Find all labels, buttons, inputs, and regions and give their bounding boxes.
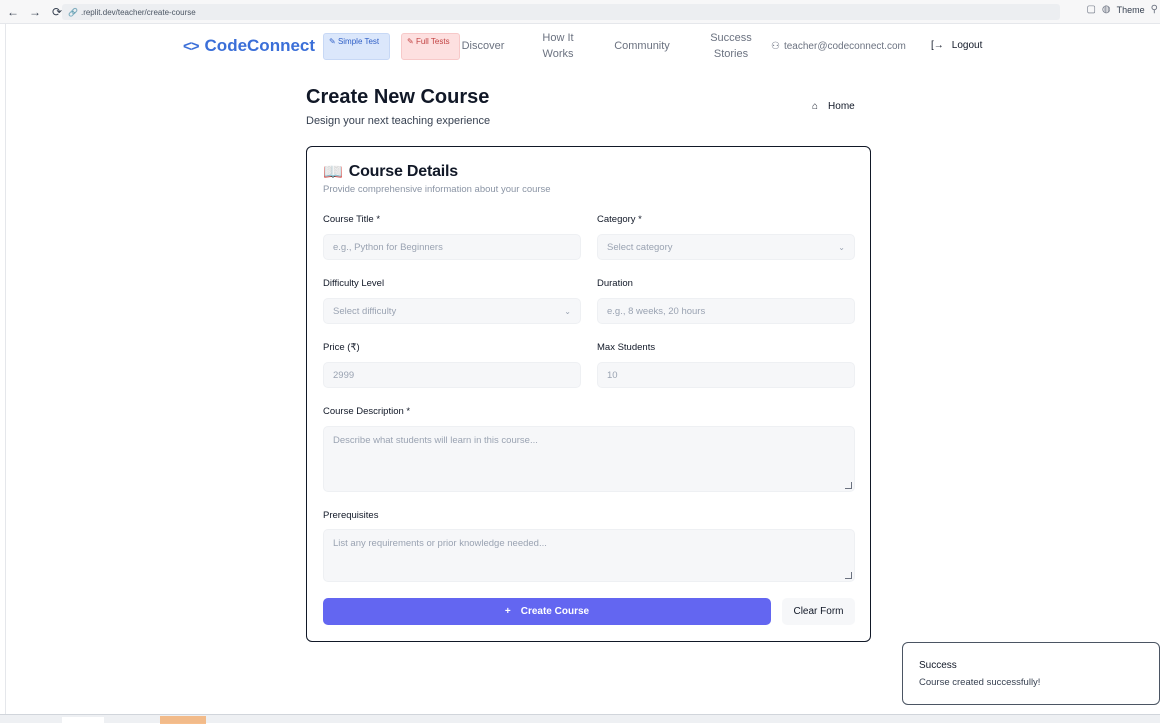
clear-form-button[interactable]: Clear Form [782,598,855,625]
difficulty-label: Difficulty Level [323,278,385,289]
back-icon[interactable]: ← [4,3,22,21]
address-bar-url: .replit.dev/teacher/create-course [80,7,196,17]
home-label: Home [828,101,855,112]
prerequisites-textarea[interactable]: List any requirements or prior knowledge… [323,529,855,582]
simple-test-label: Simple Test [337,37,380,46]
wrench-icon[interactable]: ⚲ [1151,4,1158,15]
user-icon: ⚇ [771,41,780,52]
max-students-placeholder: 10 [607,369,618,381]
taskbar [0,714,1160,724]
duration-label: Duration [597,278,633,289]
full-tests-label: Full Tests [415,37,450,46]
logout-icon: [→ [931,40,944,51]
home-button[interactable]: ⌂ Home [812,101,855,112]
max-students-label: Max Students [597,342,656,353]
create-course-button[interactable]: + Create Course [323,598,771,625]
description-label: Course Description * [323,406,411,417]
duration-input[interactable]: e.g., 8 weeks, 20 hours [597,298,855,324]
create-course-label: Create Course [520,606,590,617]
card-subtitle: Provide comprehensive information about … [323,184,551,195]
top-navigation: <> CodeConnect ✎ Simple Test ✎ Full Test… [0,24,1160,70]
resize-handle-icon[interactable] [845,482,852,489]
chevron-down-icon: ⌄ [564,306,571,316]
prerequisites-placeholder: List any requirements or prior knowledge… [333,538,547,549]
theme-label[interactable]: Theme [1117,5,1145,15]
user-menu[interactable]: ⚇ teacher@codeconnect.com [771,41,906,52]
difficulty-select[interactable]: Select difficulty ⌄ [323,298,581,324]
pencil-icon: ✎ [407,37,416,46]
page-title: Create New Course [306,86,490,108]
course-details-card: 📖 Course Details Provide comprehensive i… [306,146,871,642]
logout-button[interactable]: [→ Logout [931,40,982,51]
chevron-down-icon: ⌄ [838,242,845,252]
code-icon: <> [183,37,200,55]
page-subtitle: Design your next teaching experience [306,115,491,127]
card-title-text: Course Details [348,163,458,180]
nav-how-it-works[interactable]: How It Works [536,30,580,62]
palette-icon[interactable]: ◍ [1102,4,1111,15]
toast-message: Course created successfully! [919,677,1041,688]
forward-icon[interactable]: → [26,3,44,21]
logo[interactable]: <> CodeConnect [183,36,315,56]
category-placeholder: Select category [607,241,673,253]
price-label: Price (₹) [323,342,360,353]
category-label: Category * [597,214,642,225]
user-email: teacher@codeconnect.com [783,41,906,52]
nav-community[interactable]: Community [610,38,674,54]
price-placeholder: 2999 [333,369,355,381]
difficulty-placeholder: Select difficulty [333,305,397,317]
card-title: 📖 Course Details [323,162,458,182]
nav-discover[interactable]: Discover [460,38,506,54]
address-bar[interactable]: 🔗 .replit.dev/teacher/create-course [62,4,1060,20]
simple-test-button[interactable]: ✎ Simple Test [323,33,390,60]
full-tests-button[interactable]: ✎ Full Tests [401,33,460,60]
prerequisites-label: Prerequisites [323,510,379,521]
max-students-input[interactable]: 10 [597,362,855,388]
plus-icon: + [504,606,511,617]
success-toast[interactable]: Success Course created successfully! [902,642,1160,705]
category-select[interactable]: Select category ⌄ [597,234,855,260]
course-title-placeholder: e.g., Python for Beginners [333,241,443,253]
course-title-input[interactable]: e.g., Python for Beginners [323,234,581,260]
duration-placeholder: e.g., 8 weeks, 20 hours [607,305,706,317]
description-placeholder: Describe what students will learn in thi… [333,435,538,446]
link-icon: 🔗 [68,7,78,17]
chat-icon[interactable]: ▢ [1086,4,1095,15]
home-icon: ⌂ [812,101,819,112]
browser-right-controls: ▢ ◍ Theme ⚲ [1086,4,1158,15]
window-border [5,24,6,714]
nav-success-stories[interactable]: Success Stories [704,30,758,62]
toast-title: Success [919,660,957,671]
description-textarea[interactable]: Describe what students will learn in thi… [323,426,855,492]
browser-toolbar: ← → ⟳ 🔗 .replit.dev/teacher/create-cours… [0,0,1160,24]
price-input[interactable]: 2999 [323,362,581,388]
resize-handle-icon[interactable] [845,572,852,579]
book-open-icon: 📖 [323,164,343,181]
logout-label: Logout [951,40,983,51]
pencil-icon: ✎ [329,37,338,46]
course-title-label: Course Title * [323,214,381,225]
logo-text: CodeConnect [204,36,316,55]
